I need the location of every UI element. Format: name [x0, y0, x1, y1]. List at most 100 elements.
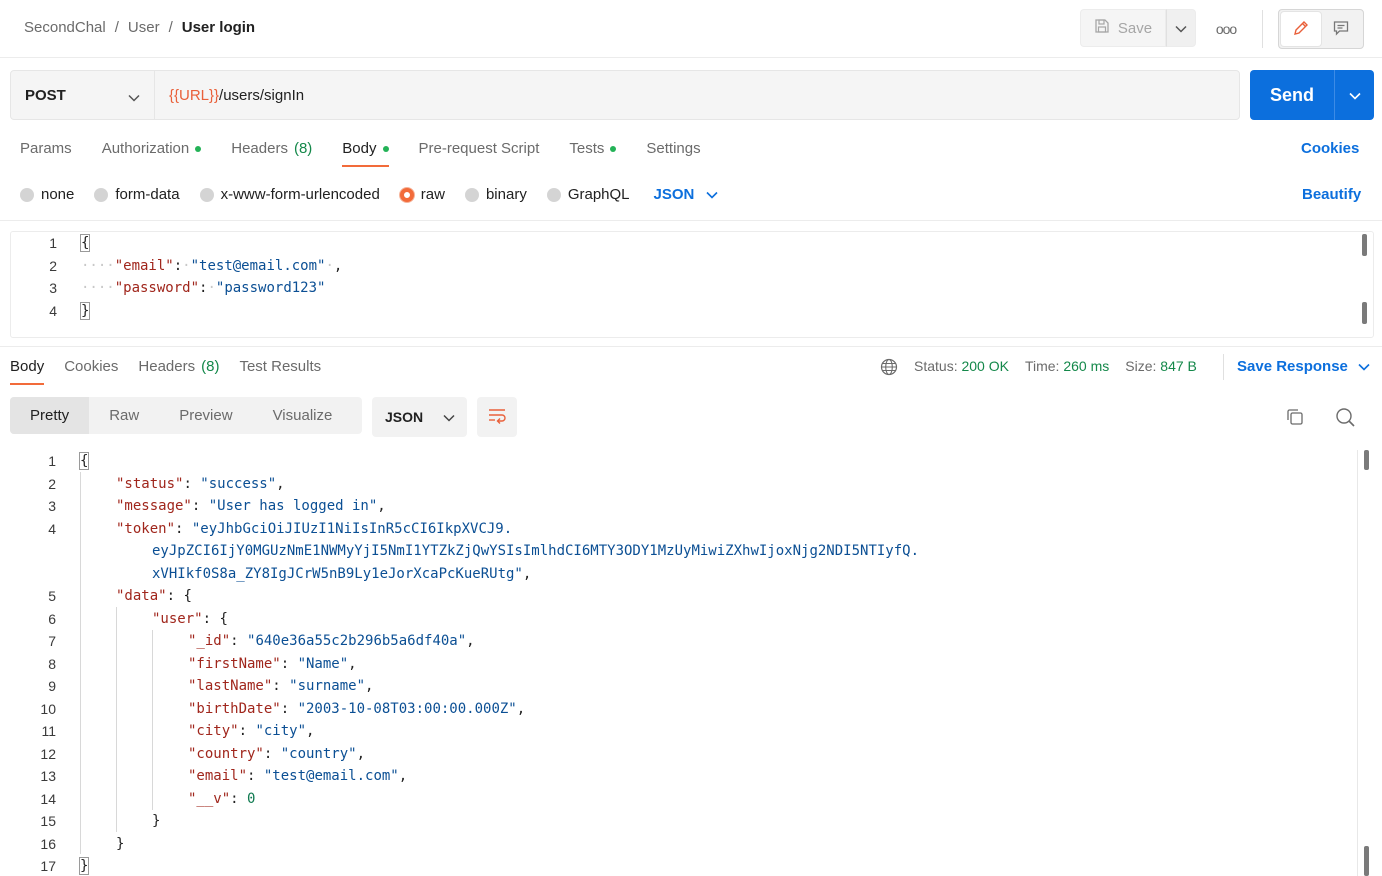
- tab-response-cookies[interactable]: Cookies: [64, 358, 118, 385]
- tab-response-body[interactable]: Body: [10, 358, 45, 385]
- radio-form-data[interactable]: form-data: [94, 186, 180, 203]
- code-line: "status": "success",: [116, 475, 285, 492]
- divider: [0, 346, 1382, 347]
- line-number: 8: [48, 655, 56, 672]
- json-number: 0: [247, 790, 256, 807]
- json-comma: ,: [466, 633, 475, 649]
- tab-headers[interactable]: Headers (8): [231, 140, 312, 167]
- tab-label: Tests: [569, 140, 605, 157]
- time-info[interactable]: Time: 260 ms: [1025, 358, 1109, 374]
- response-view-modes: Pretty Raw Preview Visualize: [10, 397, 362, 434]
- json-string: "surname": [289, 678, 366, 694]
- line-number: 4: [48, 520, 56, 537]
- breadcrumb-folder[interactable]: User: [128, 19, 160, 36]
- scrollbar-thumb[interactable]: [1362, 234, 1367, 256]
- tab-test-results[interactable]: Test Results: [239, 358, 321, 385]
- radio-binary[interactable]: binary: [464, 186, 527, 203]
- radio-none[interactable]: none: [20, 186, 74, 203]
- time-label: Time:: [1024, 358, 1060, 374]
- breadcrumb-collection[interactable]: SecondChal: [24, 19, 106, 36]
- line-number: 6: [48, 610, 56, 627]
- body-language-select[interactable]: JSON: [654, 186, 719, 203]
- json-string: "640e36a55c2b296b5a6df40a": [247, 633, 467, 649]
- save-button[interactable]: Save: [1080, 9, 1166, 47]
- json-key: "password": [114, 280, 200, 296]
- headers-count: (8): [293, 140, 313, 157]
- copy-icon[interactable]: [1284, 406, 1306, 431]
- edit-mode-button[interactable]: [1281, 12, 1321, 46]
- line-number: 2: [48, 475, 56, 492]
- code-line: ····"password":·"password123": [81, 280, 326, 296]
- scrollbar-thumb[interactable]: [1362, 302, 1367, 324]
- top-bar: SecondChal / User / User login Save ooo: [0, 0, 1382, 58]
- scrollbar-thumb[interactable]: [1364, 846, 1369, 876]
- line-number-gutter: 1 2 3 4: [11, 232, 71, 322]
- beautify-button[interactable]: Beautify: [1302, 186, 1361, 203]
- divider: [1223, 354, 1224, 380]
- breadcrumb-request-name[interactable]: User login: [182, 19, 255, 36]
- url-input[interactable]: {{URL}}/users/signIn: [154, 70, 1240, 120]
- code-line: "data": {: [116, 588, 192, 604]
- body-type-options: none form-data x-www-form-urlencoded raw…: [20, 186, 718, 203]
- line-number: 9: [48, 678, 56, 694]
- response-format-select[interactable]: JSON: [372, 397, 467, 437]
- request-body-editor[interactable]: 1 2 3 4 { ····"email":·"test@email.com"·…: [10, 231, 1374, 338]
- tab-tests[interactable]: Tests: [569, 140, 617, 167]
- view-raw-button[interactable]: Raw: [89, 397, 159, 434]
- json-string: "User has logged in": [208, 498, 378, 514]
- line-number: 10: [40, 700, 56, 717]
- tab-params[interactable]: Params: [20, 140, 72, 167]
- view-pretty-button[interactable]: Pretty: [10, 397, 90, 434]
- chevron-down-icon: [1358, 358, 1370, 375]
- url-variable: {{URL}}: [169, 86, 220, 104]
- comments-mode-button[interactable]: [1321, 12, 1361, 46]
- radio-graphql[interactable]: GraphQL: [546, 186, 630, 203]
- tab-authorization[interactable]: Authorization: [102, 140, 202, 167]
- send-options-button[interactable]: [1334, 70, 1374, 120]
- json-string: "test@email.com": [190, 257, 326, 274]
- tab-response-headers[interactable]: Headers (8): [138, 358, 219, 385]
- wrap-lines-button[interactable]: [477, 397, 517, 437]
- json-key: "data": [116, 588, 167, 604]
- code-line: xVHIkf0S8a_ZY8IgJCrW5nB9Ly1eJorXcaPcKueR…: [80, 563, 919, 586]
- tab-settings[interactable]: Settings: [646, 140, 700, 167]
- globe-icon[interactable]: [880, 358, 898, 379]
- view-preview-button[interactable]: Preview: [159, 397, 252, 434]
- json-brace: {: [183, 588, 192, 604]
- status-info[interactable]: Status: 200 OK: [914, 358, 1009, 374]
- cookies-link[interactable]: Cookies: [1301, 140, 1359, 157]
- chevron-down-icon: [706, 186, 718, 203]
- line-number: 13: [40, 768, 56, 784]
- breadcrumb-separator: /: [168, 19, 173, 36]
- json-comma: ,: [398, 768, 408, 784]
- radio-raw[interactable]: raw: [399, 186, 445, 203]
- response-meta: Status: 200 OK Time: 260 ms Size: 847 B: [914, 358, 1197, 374]
- status-dot: [382, 145, 389, 152]
- method-select[interactable]: POST: [10, 70, 155, 120]
- send-button[interactable]: Send: [1250, 70, 1334, 120]
- save-response-button[interactable]: Save Response: [1237, 358, 1370, 375]
- scrollbar-track[interactable]: [1357, 450, 1358, 876]
- view-visualize-button[interactable]: Visualize: [253, 397, 353, 434]
- json-string: "city": [255, 723, 307, 739]
- pencil-icon: [1292, 19, 1310, 40]
- radio-circle: [199, 187, 214, 202]
- time-value: 260 ms: [1063, 358, 1110, 374]
- status-dot: [610, 145, 617, 152]
- tab-label: Pre-request Script: [418, 140, 540, 157]
- line-number: 12: [40, 745, 56, 762]
- tab-pre-request-script[interactable]: Pre-request Script: [419, 140, 540, 167]
- more-options-button[interactable]: ooo: [1210, 14, 1242, 44]
- radio-urlencoded[interactable]: x-www-form-urlencoded: [199, 186, 380, 203]
- view-mode-toggle: [1278, 9, 1364, 49]
- tab-body[interactable]: Body: [342, 140, 389, 167]
- size-info[interactable]: Size: 847 B: [1125, 358, 1197, 374]
- search-icon[interactable]: [1334, 406, 1356, 431]
- response-body-viewer[interactable]: 1 2 3 4 5 6 7 8 9 10 11 12 13 14 15 16 17 {"status": "su…: [10, 450, 1374, 876]
- radio-circle: [20, 187, 34, 202]
- save-options-button[interactable]: [1166, 9, 1196, 47]
- json-brace: {: [219, 610, 228, 627]
- comment-icon: [1332, 19, 1350, 40]
- scrollbar-thumb[interactable]: [1364, 450, 1369, 470]
- radio-label: form-data: [115, 186, 180, 203]
